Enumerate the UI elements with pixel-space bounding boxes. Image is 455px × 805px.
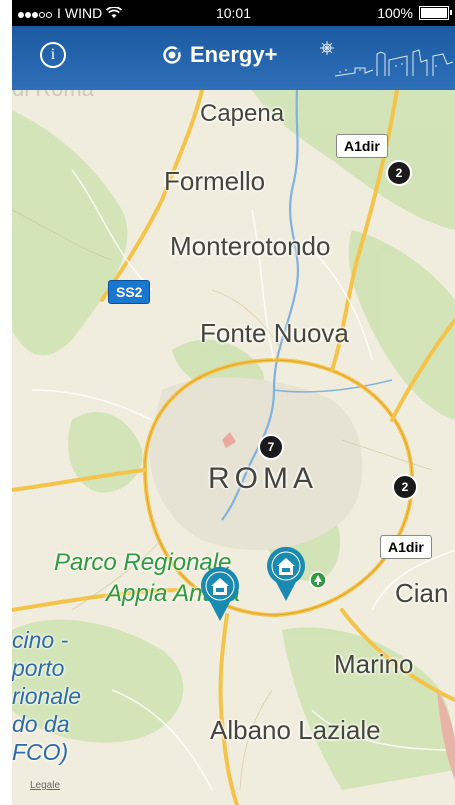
app-title: Energy+	[190, 42, 278, 67]
place-label-roma: ROMA	[208, 462, 318, 495]
region-label-di-roma: di Roma	[12, 90, 94, 102]
place-label-marino: Marino	[334, 649, 414, 679]
airport-label-line5: FCO)	[12, 739, 69, 765]
airport-label: cino - porto rionale do da FCO)	[12, 626, 81, 766]
place-label-fonte-nuova: Fonte Nuova	[200, 318, 349, 348]
energy-plus-logo-icon	[163, 46, 182, 64]
place-label-ciampino: Cian	[395, 578, 449, 608]
info-button[interactable]: i	[40, 42, 66, 68]
info-icon: i	[50, 46, 56, 63]
place-label-capena: Capena	[200, 100, 285, 127]
park-poi-icon	[309, 571, 327, 589]
airport-label-line4: do da	[12, 711, 70, 737]
app-brand: Energy+	[162, 42, 277, 68]
airport-label-line2: porto	[12, 655, 65, 681]
nav-bar: i Energy+	[12, 26, 455, 90]
status-right: 100%	[377, 5, 452, 21]
airport-label-line1: cino -	[12, 627, 69, 653]
charging-station-pin-icon[interactable]	[264, 544, 308, 602]
place-label-formello: Formello	[164, 166, 266, 196]
road-shield-a1dir-north: A1dir	[336, 134, 388, 158]
legal-link[interactable]: Legale	[30, 780, 60, 791]
place-label-monterotondo: Monterotondo	[170, 231, 331, 261]
app-frame: I WIND 10:01 100% i Energy+ Capena Forme…	[0, 0, 455, 805]
place-label-albano-laziale: Albano Laziale	[210, 715, 381, 745]
map-view[interactable]: Capena Formello Monterotondo Fonte Nuova…	[12, 90, 455, 805]
skyline-decoration-icon	[320, 41, 454, 77]
station-cluster-east[interactable]: 2	[392, 474, 418, 500]
charging-station-pin-icon[interactable]	[198, 564, 242, 622]
station-cluster-north[interactable]: 2	[386, 160, 412, 186]
road-shield-a1dir-south: A1dir	[380, 535, 432, 559]
battery-percentage: 100%	[377, 5, 413, 21]
battery-icon	[419, 6, 452, 20]
status-bar: I WIND 10:01 100%	[12, 0, 455, 26]
road-shield-ss2: SS2	[108, 280, 151, 304]
station-cluster-center[interactable]: 7	[258, 434, 284, 460]
battery-fill	[421, 8, 447, 18]
airport-label-line3: rionale	[12, 683, 82, 709]
